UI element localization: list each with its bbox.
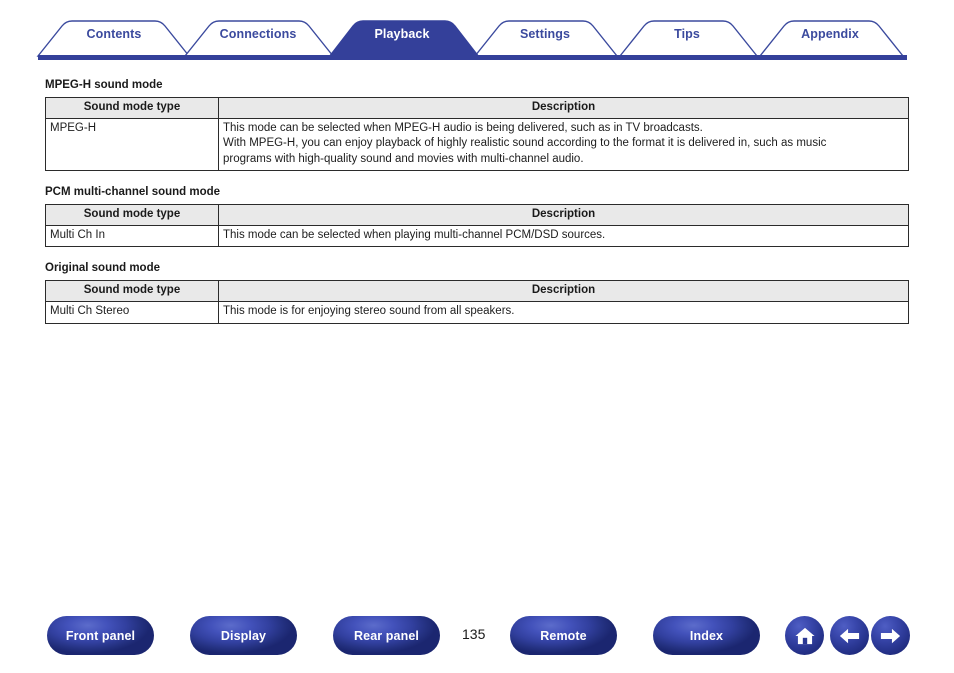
tab-playback[interactable]: Playback: [374, 27, 429, 41]
tab-bar-underline: [38, 55, 907, 60]
front-panel-button[interactable]: Front panel: [47, 616, 154, 655]
tab-tips[interactable]: Tips: [674, 27, 700, 41]
page-number: 135: [462, 626, 486, 642]
section-title: PCM multi-channel sound mode: [45, 185, 221, 198]
home-button[interactable]: [785, 616, 824, 655]
table-header-row: Sound mode type Description: [45, 280, 909, 303]
column-header-sound-mode-type: Sound mode type: [45, 280, 219, 303]
page-content: MPEG-H sound mode Sound mode type Descri…: [45, 78, 910, 324]
column-header-sound-mode-type: Sound mode type: [45, 203, 219, 227]
cell-description: This mode can be selected when MPEG-H au…: [218, 118, 909, 171]
cell-sound-mode-type: Multi Ch Stereo: [45, 301, 219, 324]
display-button[interactable]: Display: [190, 616, 297, 655]
cell-sound-mode-type: MPEG-H: [45, 118, 219, 171]
home-icon: [794, 626, 816, 646]
section-title: Original sound mode: [45, 262, 161, 275]
section-mpeg-h: MPEG-H sound mode Sound mode type Descri…: [45, 78, 910, 171]
arrow-right-icon: [879, 627, 902, 645]
index-button[interactable]: Index: [653, 616, 760, 655]
cell-description: This mode is for enjoying stereo sound f…: [218, 301, 909, 324]
tab-settings[interactable]: Settings: [520, 27, 570, 41]
column-header-description: Description: [218, 96, 909, 120]
tab-bar: Contents Connections Playback Settings T…: [0, 0, 954, 66]
column-header-sound-mode-type: Sound mode type: [45, 96, 219, 120]
table-row: Multi Ch Stereo This mode is for enjoyin…: [45, 301, 909, 324]
table-row: MPEG-H This mode can be selected when MP…: [45, 118, 909, 171]
description-line: This mode can be selected when MPEG-H au…: [223, 122, 703, 135]
section-original-sound-mode: Original sound mode Sound mode type Desc…: [45, 261, 910, 324]
cell-description: This mode can be selected when playing m…: [218, 225, 909, 248]
forward-button[interactable]: [871, 616, 910, 655]
tab-connections[interactable]: Connections: [220, 27, 297, 41]
section-title: MPEG-H sound mode: [45, 79, 163, 91]
tab-appendix[interactable]: Appendix: [801, 27, 859, 41]
back-button[interactable]: [830, 616, 869, 655]
tab-contents[interactable]: Contents: [87, 27, 142, 41]
table-row: Multi Ch In This mode can be selected wh…: [45, 225, 909, 248]
description-line: With MPEG-H, you can enjoy playback of h…: [223, 137, 827, 150]
sound-mode-table: Sound mode type Description MPEG-H This …: [45, 96, 909, 171]
remote-button[interactable]: Remote: [510, 616, 617, 655]
table-header-row: Sound mode type Description: [45, 96, 909, 120]
column-header-description: Description: [218, 203, 909, 227]
rear-panel-button[interactable]: Rear panel: [333, 616, 440, 655]
arrow-left-icon: [838, 627, 861, 645]
table-header-row: Sound mode type Description: [45, 203, 909, 227]
section-pcm-multi-channel: PCM multi-channel sound mode Sound mode …: [45, 185, 910, 248]
footer-navigation: Front panel Display Rear panel 135 Remot…: [0, 616, 954, 661]
description-line: programs with high-quality sound and mov…: [223, 152, 584, 165]
column-header-description: Description: [218, 280, 909, 303]
sound-mode-table: Sound mode type Description Multi Ch Ste…: [45, 280, 909, 324]
cell-sound-mode-type: Multi Ch In: [45, 225, 219, 248]
sound-mode-table: Sound mode type Description Multi Ch In …: [45, 203, 909, 248]
